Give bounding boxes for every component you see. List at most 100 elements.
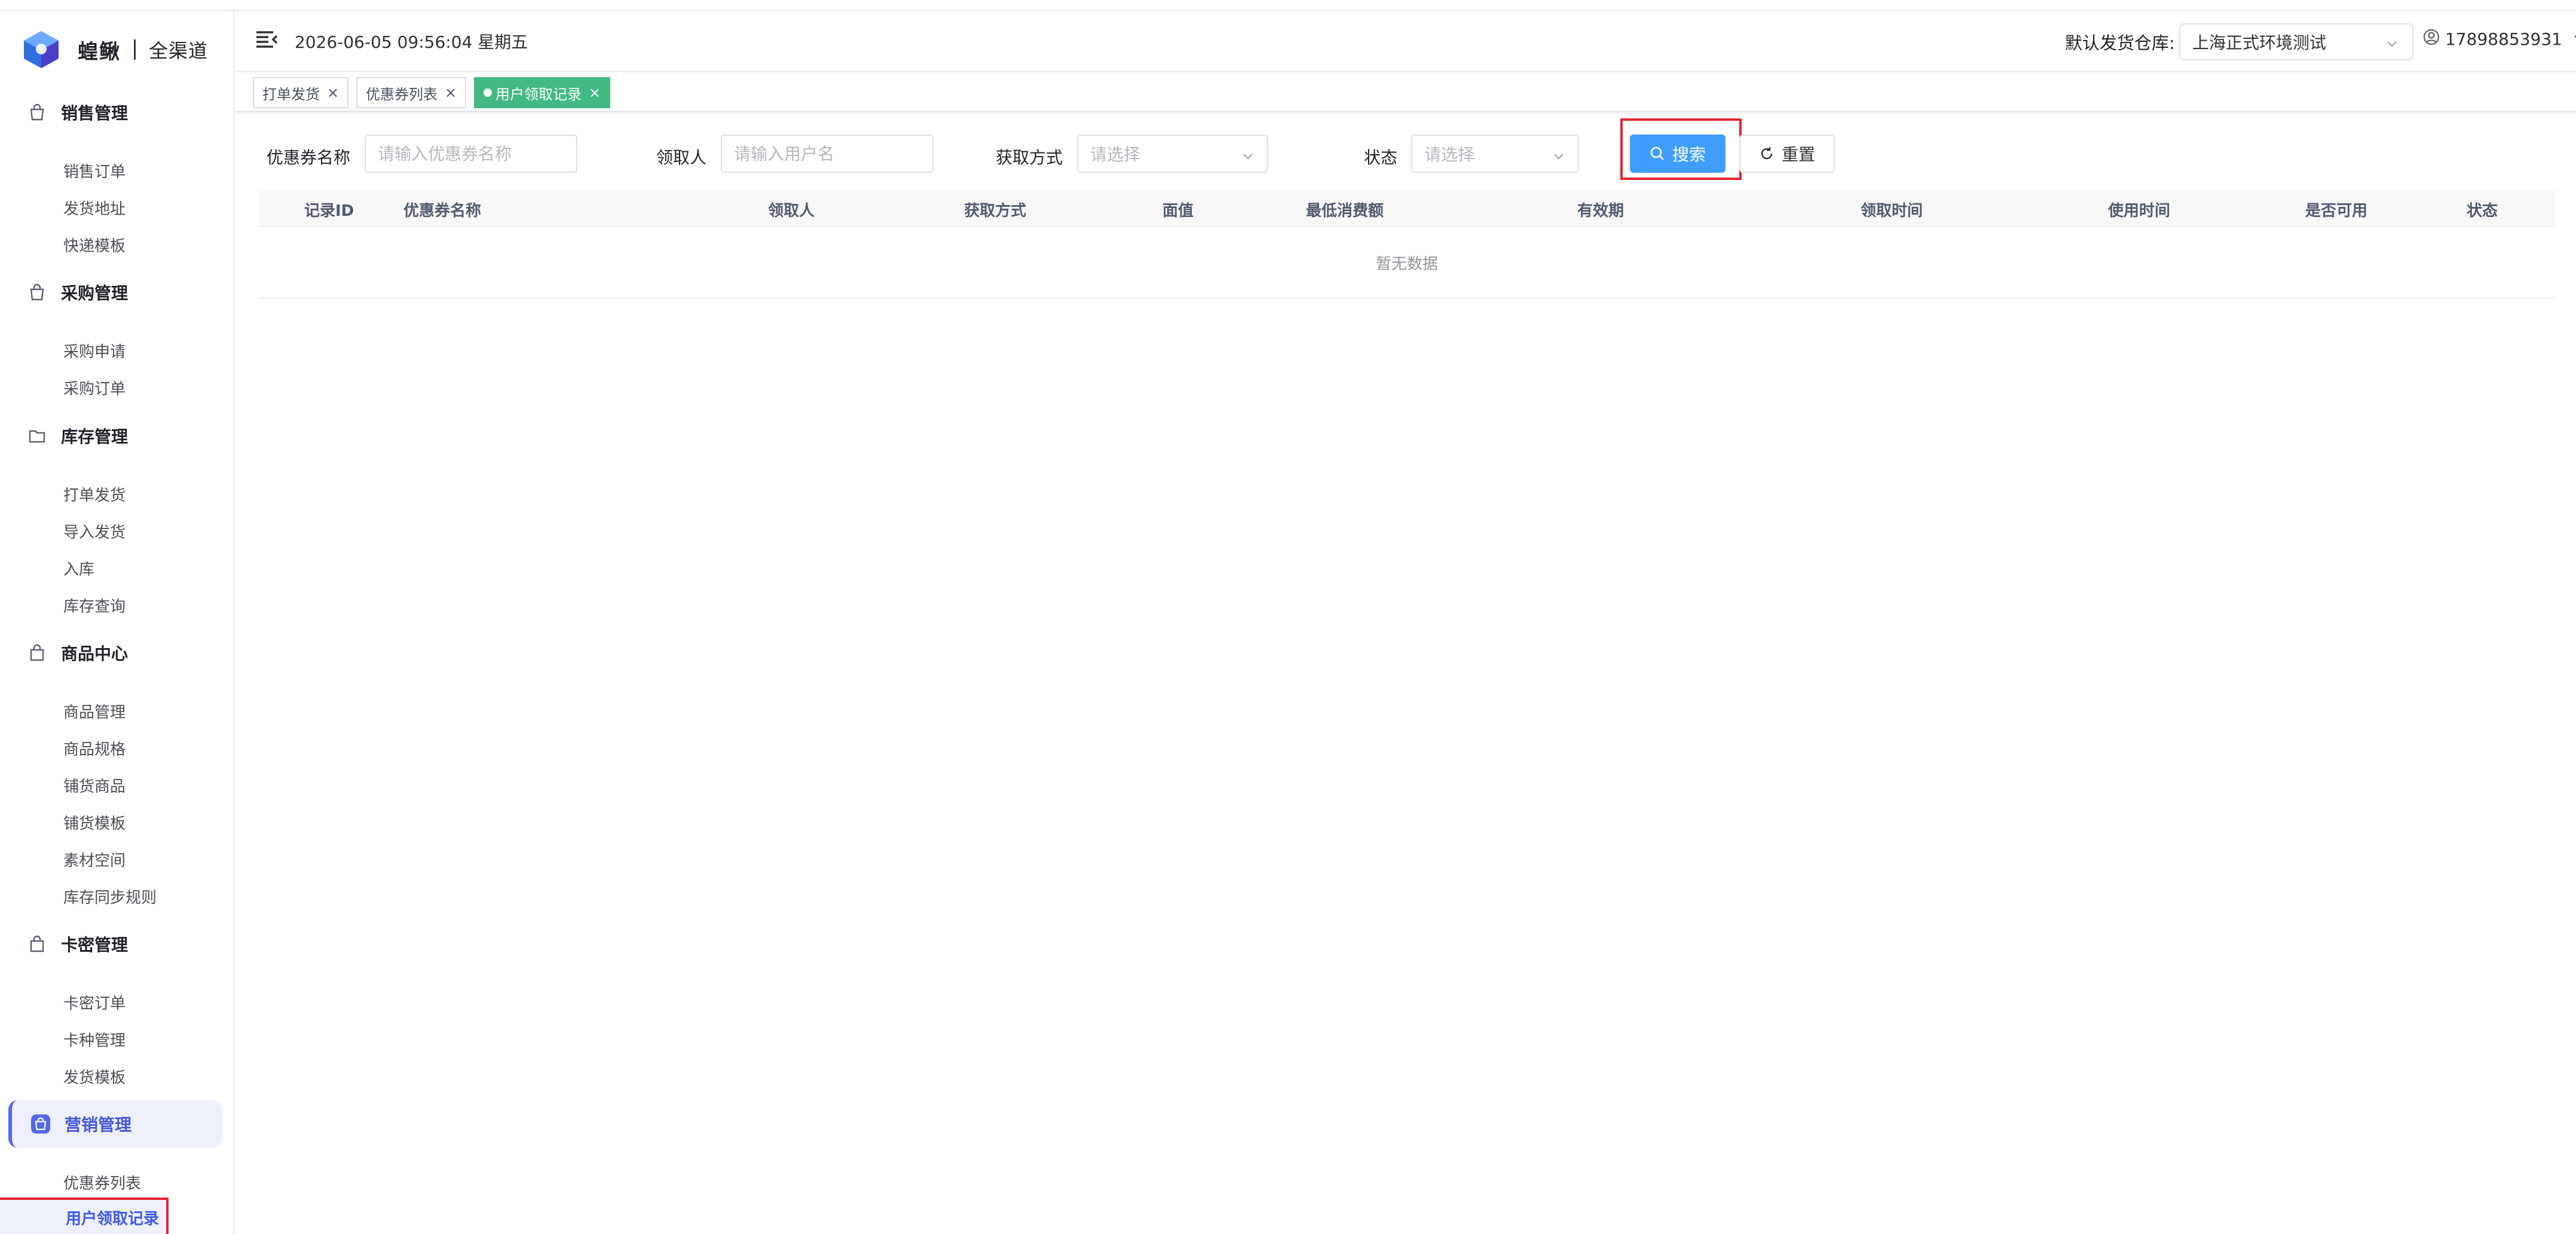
sidebar-group-card-keys[interactable]: 卡密管理 [8, 920, 222, 968]
close-icon[interactable]: × [589, 84, 601, 101]
search-button[interactable]: 搜索 [1630, 135, 1726, 173]
receiver-input[interactable] [721, 135, 934, 173]
sidebar-group-products[interactable]: 商品中心 [8, 629, 222, 677]
tab-coupon-list[interactable]: 优惠券列表 × [356, 77, 467, 108]
column-header-claim-time[interactable]: 领取时间 [1861, 198, 1923, 221]
chevron-down-icon [1241, 148, 1255, 167]
marketing-bag-icon [30, 1113, 51, 1135]
user-menu[interactable]: 17898853931 [2422, 28, 2576, 50]
tab-print-ship[interactable]: 打单发货 × [253, 77, 349, 108]
sidebar-item-import-ship[interactable]: 导入发货 [0, 514, 169, 548]
sidebar-item-card-types[interactable]: 卡种管理 [0, 1022, 169, 1056]
sidebar-item-product-management[interactable]: 商品管理 [0, 694, 169, 728]
purchase-bag-icon [26, 282, 48, 303]
sidebar-item-label: 发货地址 [63, 200, 126, 218]
search-icon [1650, 146, 1665, 161]
table-empty-state: 暂无数据 [259, 227, 2555, 299]
card-bag-icon [26, 933, 48, 955]
sidebar-item-label: 库存同步规则 [63, 888, 157, 907]
close-icon[interactable]: × [445, 84, 457, 101]
close-icon[interactable]: × [327, 84, 339, 101]
sidebar-group-label: 卡密管理 [61, 935, 129, 955]
sidebar-item-stock-query[interactable]: 库存查询 [0, 588, 169, 622]
coupon-name-input[interactable] [365, 135, 577, 173]
sidebar-item-label: 铺货模板 [63, 814, 126, 833]
sidebar-item-sales-orders[interactable]: 销售订单 [0, 154, 169, 187]
menu-toggle-icon[interactable] [255, 29, 280, 53]
shopping-bag-icon [26, 642, 48, 664]
chevron-down-icon [2572, 29, 2576, 49]
sidebar-item-label: 商品规格 [63, 740, 126, 759]
sidebar-group-label: 营销管理 [65, 1115, 132, 1135]
username: 17898853931 [2445, 29, 2562, 49]
sidebar-group-label: 销售管理 [61, 103, 129, 123]
status-select[interactable]: 请选择 [1411, 135, 1579, 173]
current-datetime: 2026-06-05 09:56:04 星期五 [295, 32, 528, 52]
sidebar-item-stock-in[interactable]: 入库 [0, 551, 169, 585]
column-header-face-value[interactable]: 面值 [1162, 198, 1194, 221]
sidebar-item-product-specs[interactable]: 商品规格 [0, 731, 169, 765]
receiver-label: 领取人 [656, 148, 707, 167]
warehouse-select[interactable]: 上海正式环境测试 [2179, 23, 2413, 60]
tab-label: 打单发货 [262, 85, 320, 103]
sidebar-item-label: 销售订单 [63, 163, 126, 181]
column-header-available[interactable]: 是否可用 [2305, 198, 2367, 221]
sidebar-item-distribution-products[interactable]: 铺货商品 [0, 768, 169, 802]
sidebar-item-shipping-address[interactable]: 发货地址 [0, 191, 169, 224]
sidebar-group-sales[interactable]: 销售管理 [8, 88, 222, 136]
sidebar-item-purchase-request[interactable]: 采购申请 [0, 334, 169, 367]
sidebar-item-express-template[interactable]: 快递模板 [0, 228, 169, 261]
column-header-use-time[interactable]: 使用时间 [2108, 198, 2170, 221]
sidebar-item-label: 入库 [63, 560, 95, 579]
column-header-status[interactable]: 状态 [2467, 198, 2498, 221]
reset-button[interactable]: 重置 [1739, 135, 1835, 173]
sidebar-item-label: 库存查询 [63, 597, 126, 616]
sidebar-group-label: 采购管理 [61, 283, 129, 303]
sidebar: 蝗鳅 全渠道 销售管理 销售订单 发货地址 快递模板 采购管理 采购申请 采购订… [0, 11, 235, 1234]
brand-logo-icon [22, 30, 61, 69]
sidebar-group-inventory[interactable]: 库存管理 [8, 412, 222, 460]
sidebar-group-label: 商品中心 [61, 644, 129, 664]
method-select[interactable]: 请选择 [1077, 135, 1268, 173]
column-header-coupon-name[interactable]: 优惠券名称 [403, 198, 481, 221]
claim-records-table: 记录ID 优惠券名称 领取人 获取方式 面值 最低消费额 有效期 领取时间 使用… [259, 190, 2555, 299]
sidebar-item-ship-template[interactable]: 发货模板 [0, 1059, 169, 1093]
tab-label: 用户领取记录 [495, 85, 582, 103]
sidebar-item-label: 打单发货 [63, 486, 126, 505]
chevron-down-icon [1552, 148, 1566, 167]
sidebar-item-purchase-orders[interactable]: 采购订单 [0, 371, 169, 404]
sidebar-item-label: 铺货商品 [63, 777, 126, 796]
column-header-record-id[interactable]: 记录ID [304, 198, 354, 221]
brand-separator [134, 39, 136, 60]
coupon-name-label: 优惠券名称 [267, 148, 351, 167]
column-header-min-spend[interactable]: 最低消费额 [1306, 198, 1384, 221]
top-header: 2026-06-05 09:56:04 星期五 默认发货仓库: 上海正式环境测试… [235, 11, 2576, 72]
status-label: 状态 [1364, 148, 1398, 167]
status-select-placeholder: 请选择 [1424, 145, 1475, 164]
reset-button-label: 重置 [1781, 145, 1815, 164]
column-header-method[interactable]: 获取方式 [964, 198, 1026, 221]
sidebar-item-label: 素材空间 [63, 851, 126, 870]
app-root: 蝗鳅 全渠道 销售管理 销售订单 发货地址 快递模板 采购管理 采购申请 采购订… [0, 0, 2576, 1234]
sidebar-group-marketing[interactable]: 营销管理 [8, 1100, 222, 1148]
sidebar-item-stock-sync-rules[interactable]: 库存同步规则 [0, 879, 169, 913]
active-dot-icon [484, 88, 492, 97]
sidebar-item-label: 商品管理 [63, 703, 126, 722]
column-header-receiver[interactable]: 领取人 [768, 198, 815, 221]
sidebar-item-user-claim-records[interactable]: 用户领取记录 [0, 1198, 169, 1234]
sidebar-item-label: 快递模板 [63, 237, 126, 255]
sidebar-group-label: 库存管理 [61, 427, 129, 447]
sidebar-item-print-ship[interactable]: 打单发货 [0, 477, 169, 511]
warehouse-selected-value: 上海正式环境测试 [2192, 33, 2327, 53]
tab-user-claim-records[interactable]: 用户领取记录 × [474, 77, 611, 108]
column-header-validity[interactable]: 有效期 [1577, 198, 1624, 221]
sidebar-group-purchase[interactable]: 采购管理 [8, 268, 222, 316]
sales-bag-icon [26, 102, 48, 123]
sidebar-item-card-orders[interactable]: 卡密订单 [0, 985, 169, 1019]
sidebar-item-coupon-list[interactable]: 优惠券列表 [0, 1165, 169, 1199]
sidebar-item-distribution-template[interactable]: 铺货模板 [0, 805, 169, 839]
sidebar-item-material-space[interactable]: 素材空间 [0, 842, 169, 876]
sidebar-item-label: 导入发货 [63, 523, 126, 542]
brand[interactable]: 蝗鳅 全渠道 [22, 26, 208, 74]
brand-subtitle: 全渠道 [149, 39, 209, 62]
